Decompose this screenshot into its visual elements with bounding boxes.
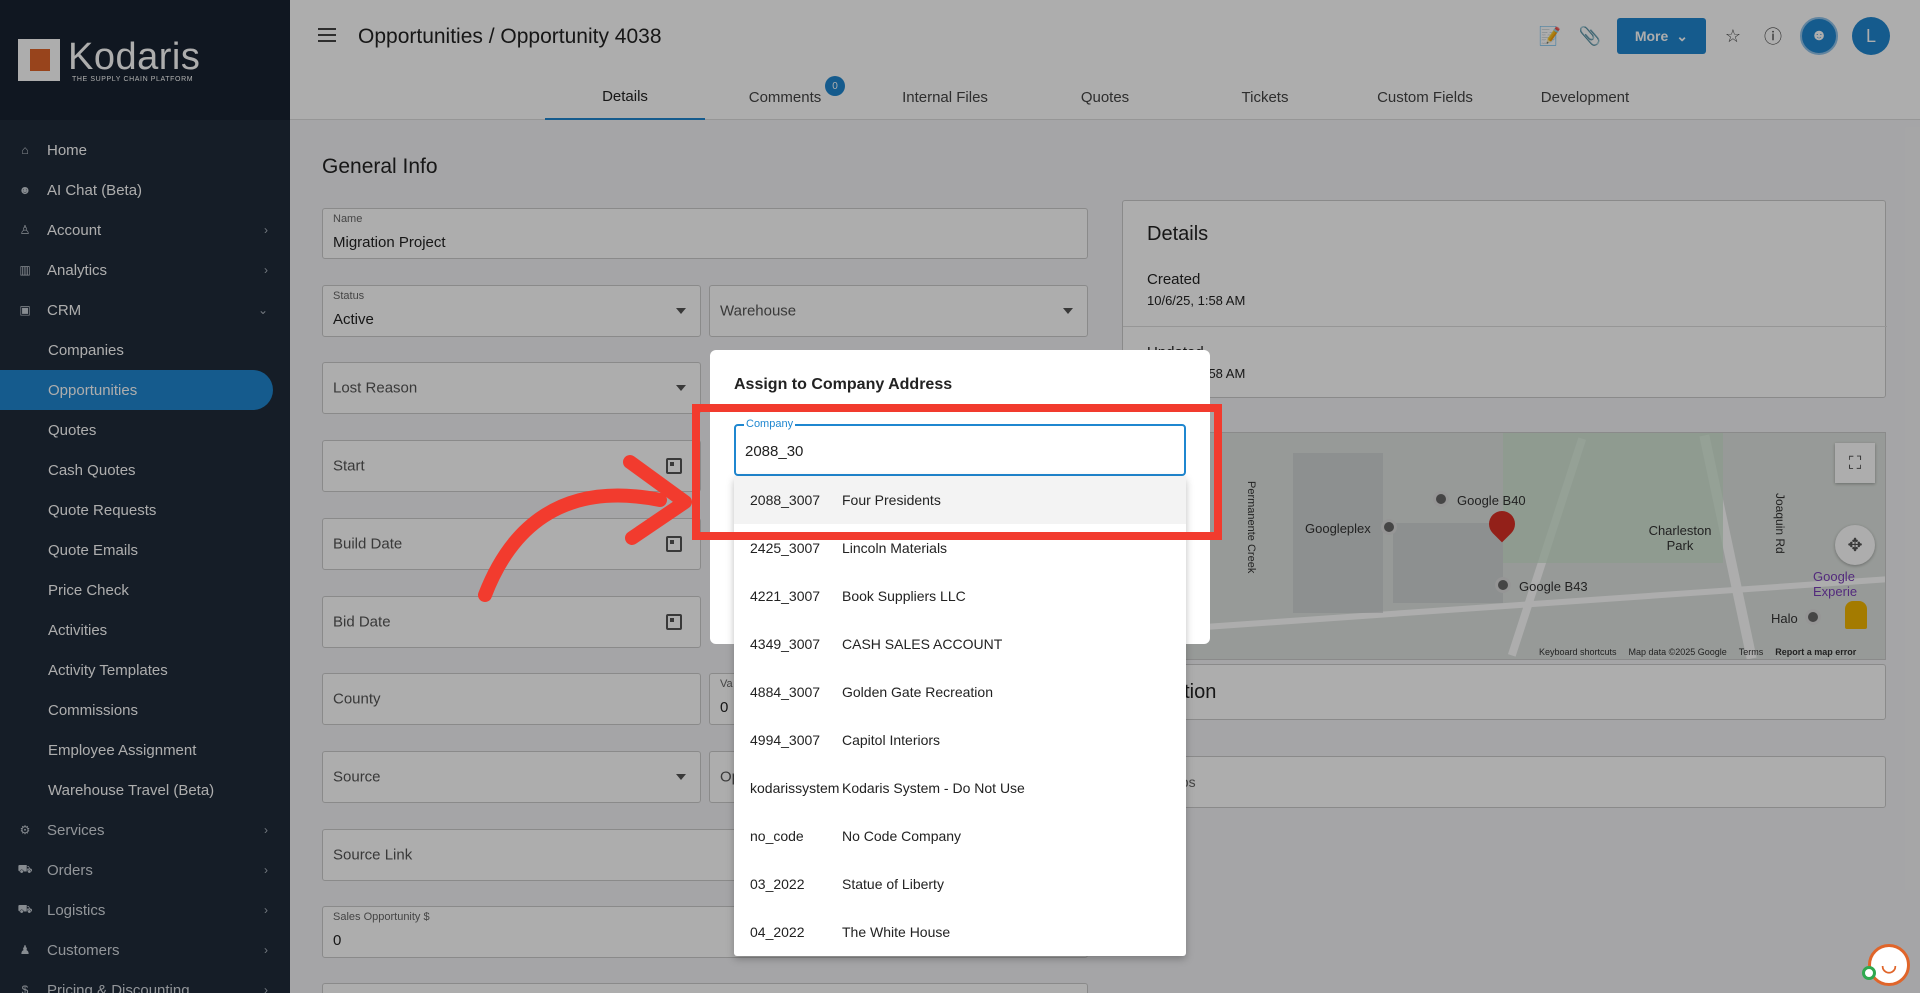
company-option[interactable]: no_code No Code Company (734, 812, 1186, 860)
company-option-name: Lincoln Materials (842, 540, 948, 556)
company-option-name: Statue of Liberty (842, 876, 944, 892)
company-option[interactable]: 4349_3007 CASH SALES ACCOUNT (734, 620, 1186, 668)
company-option-code: 2425_3007 (750, 540, 821, 556)
company-option[interactable]: 04_2022 The White House (734, 908, 1186, 956)
company-option-name: Capitol Interiors (842, 732, 941, 748)
company-option-code: 4994_3007 (750, 732, 821, 748)
company-option-name: CASH SALES ACCOUNT (842, 636, 1003, 652)
company-option-name: No Code Company (842, 828, 962, 844)
company-option[interactable]: 4994_3007 Capitol Interiors (734, 716, 1186, 764)
company-options-list: 2088_3007 Four Presidents 2425_3007 Lincoln… (734, 476, 1186, 956)
company-option[interactable]: 4884_3007 Golden Gate Recreation (734, 668, 1186, 716)
company-option[interactable]: 4221_3007 Book Suppliers LLC (734, 572, 1186, 620)
company-option-code: kodarissystem (750, 780, 840, 796)
company-option-code: 4349_3007 (750, 636, 821, 652)
company-option-name: Golden Gate Recreation (842, 684, 993, 700)
annotation-arrow-icon (478, 455, 692, 602)
company-option-code: 4221_3007 (750, 588, 821, 604)
company-option[interactable]: kodarissystem Kodaris System - Do Not Use (734, 764, 1186, 812)
company-option-name: Kodaris System - Do Not Use (842, 780, 1025, 796)
online-status-icon (1862, 966, 1876, 980)
annotation-highlight-box (692, 404, 1222, 540)
dialog-title: Assign to Company Address (734, 376, 953, 393)
company-option-code: 03_2022 (750, 876, 805, 892)
company-option-code: no_code (750, 828, 804, 844)
company-option-name: The White House (842, 924, 951, 940)
company-option-name: Book Suppliers LLC (842, 588, 966, 604)
company-option-code: 04_2022 (750, 924, 805, 940)
chat-widget-icon[interactable]: ◡ (1868, 944, 1910, 986)
company-option[interactable]: 03_2022 Statue of Liberty (734, 860, 1186, 908)
company-option-code: 4884_3007 (750, 684, 821, 700)
